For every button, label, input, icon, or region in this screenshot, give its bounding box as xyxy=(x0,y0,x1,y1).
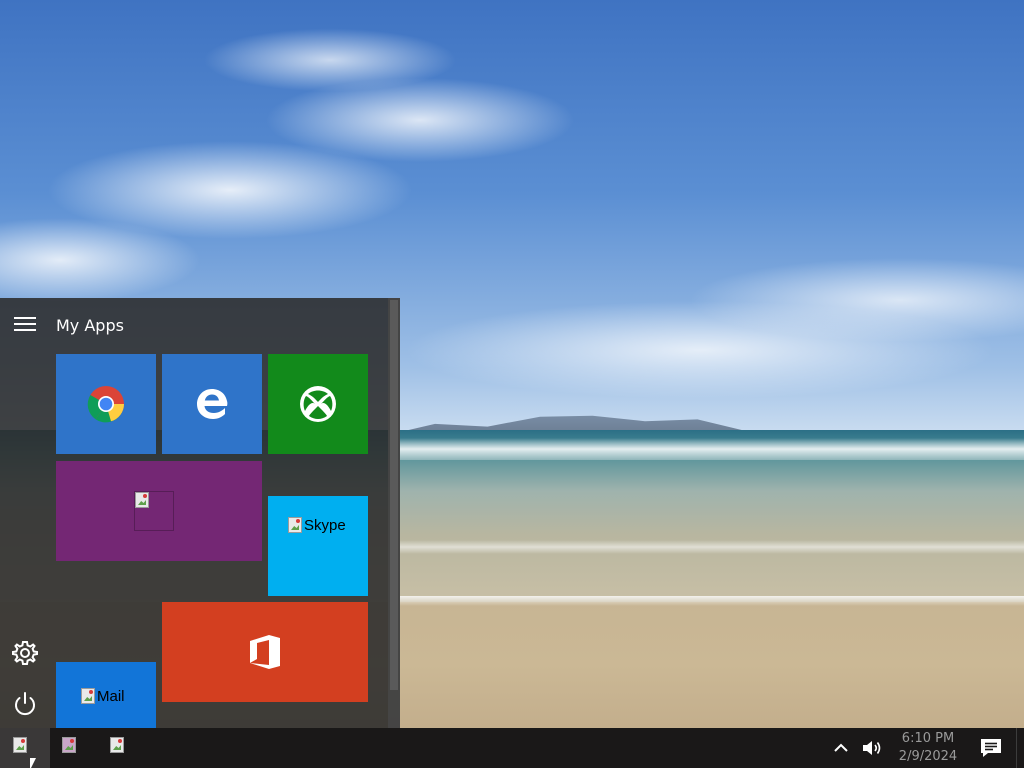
broken-image-icon xyxy=(110,737,124,753)
tile-skype[interactable]: Skype xyxy=(268,496,368,596)
hamburger-icon[interactable] xyxy=(12,314,38,334)
broken-image-icon xyxy=(81,688,95,704)
surf-line xyxy=(400,540,1024,554)
tile-xbox[interactable] xyxy=(268,354,368,454)
start-menu-scrollbar[interactable] xyxy=(388,298,400,728)
edge-icon xyxy=(197,389,228,419)
mail-alt-text: Mail xyxy=(97,688,125,705)
tile-chrome[interactable] xyxy=(56,354,156,454)
mail-image: Mail xyxy=(81,688,125,705)
power-icon[interactable] xyxy=(11,690,39,718)
clock-date: 2/9/2024 xyxy=(898,749,958,764)
chevron-up-icon[interactable] xyxy=(830,737,852,759)
skype-image: Skype xyxy=(288,517,346,534)
office-icon xyxy=(250,635,280,669)
skype-alt-text: Skype xyxy=(304,517,346,534)
tile-photos[interactable] xyxy=(56,461,262,561)
broken-image-icon xyxy=(13,737,27,753)
action-center-icon[interactable] xyxy=(978,736,1004,760)
chrome-icon xyxy=(87,386,124,423)
broken-image-icon xyxy=(134,491,174,531)
scrollbar-thumb[interactable] xyxy=(390,300,398,690)
clock-time: 6:10 PM xyxy=(901,731,955,746)
surf-line xyxy=(400,438,1024,460)
mouse-cursor xyxy=(30,758,36,768)
broken-image-icon xyxy=(288,517,302,533)
tile-edge[interactable] xyxy=(162,354,262,454)
taskbar-app-photos[interactable] xyxy=(50,728,98,768)
menu-title: My Apps xyxy=(56,316,124,335)
xbox-icon xyxy=(300,386,336,422)
show-desktop-divider[interactable] xyxy=(1016,728,1017,768)
tile-mail[interactable]: Mail xyxy=(56,662,156,728)
broken-image-icon xyxy=(62,737,76,753)
taskbar-app[interactable] xyxy=(98,728,146,768)
tray-clock[interactable]: 6:10 PM 2/9/2024 xyxy=(893,730,963,768)
tile-office[interactable] xyxy=(162,602,368,702)
start-button[interactable] xyxy=(0,728,50,768)
volume-icon[interactable] xyxy=(860,737,884,759)
surf-line xyxy=(400,596,1024,606)
settings-icon[interactable] xyxy=(11,639,39,667)
